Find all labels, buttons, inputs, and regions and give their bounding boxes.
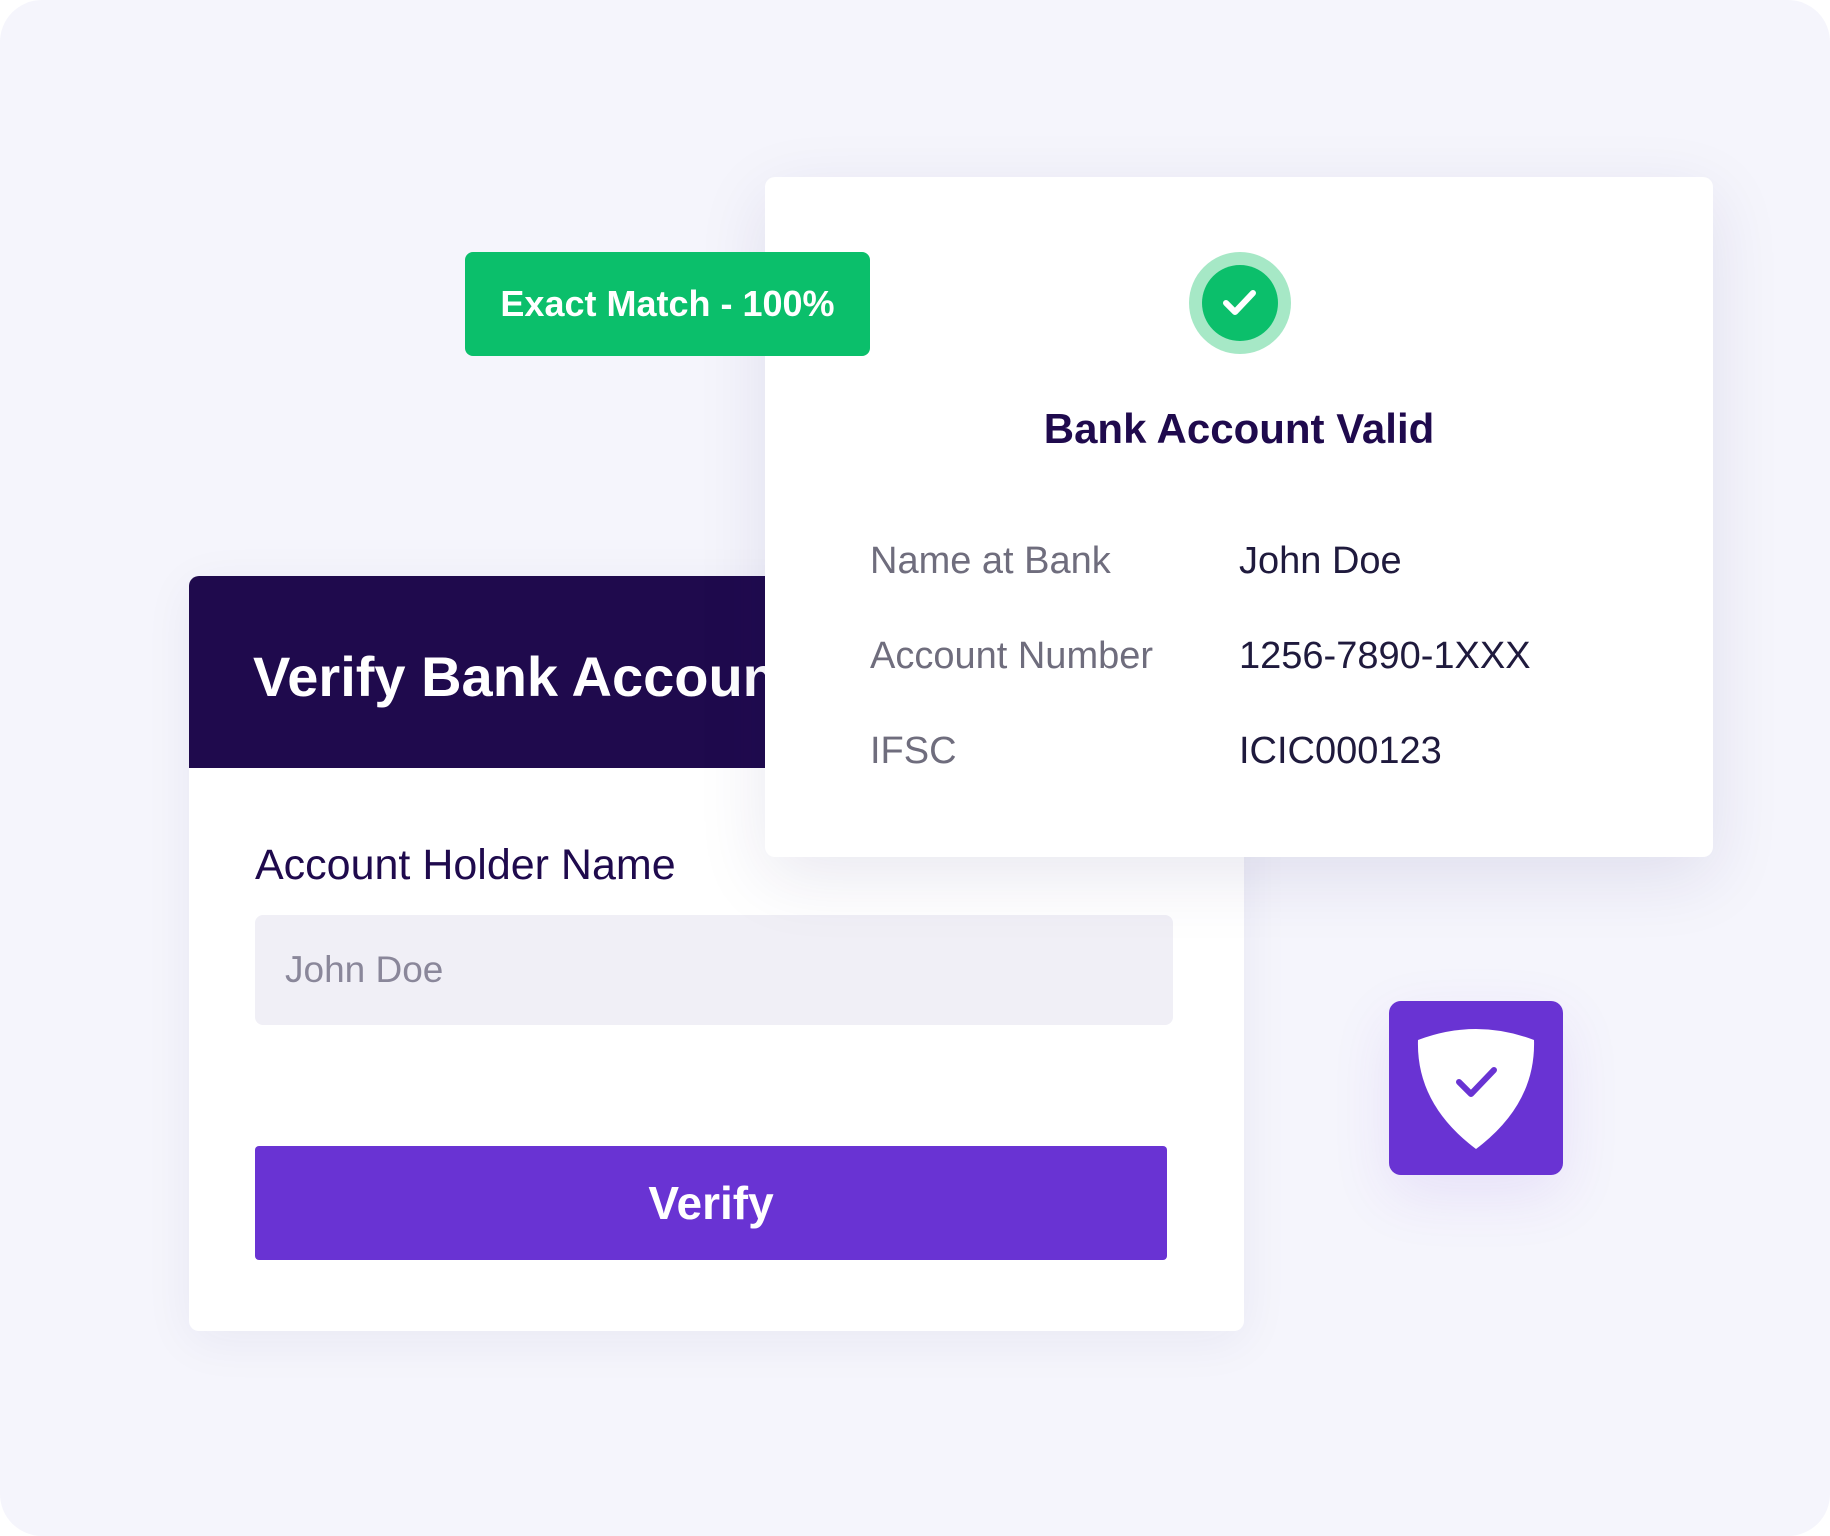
detail-label: IFSC [870,730,957,772]
detail-value: John Doe [1239,540,1402,582]
exact-match-badge-text: Exact Match - 100% [500,283,835,324]
checkmark-icon [1223,290,1256,315]
detail-row-account-number: Account Number 1256-7890-1XXX [870,635,1670,695]
account-holder-name-input[interactable] [255,915,1173,1025]
success-dot [1202,265,1278,341]
check-circle-icon [1189,252,1291,354]
verify-card-title: Verify Bank Account [253,645,796,708]
shield-check-icon [1389,1001,1563,1175]
detail-label: Account Number [870,635,1154,677]
detail-row-name-at-bank: Name at Bank John Doe [870,540,1670,600]
scene: Verify Bank Account Account Holder Name … [0,0,1830,1536]
bank-account-result-card: Bank Account Valid Name at Bank John Doe… [765,177,1713,857]
detail-value: 1256-7890-1XXX [1239,635,1531,677]
shield-icon [1417,1029,1535,1149]
detail-value: ICIC000123 [1239,730,1442,772]
detail-label: Name at Bank [870,540,1111,582]
result-title: Bank Account Valid [1043,405,1435,452]
verify-button[interactable]: Verify [255,1146,1167,1260]
exact-match-badge: Exact Match - 100% [465,252,870,356]
detail-row-ifsc: IFSC ICIC000123 [870,730,1670,790]
account-holder-name-label: Account Holder Name [255,841,676,889]
